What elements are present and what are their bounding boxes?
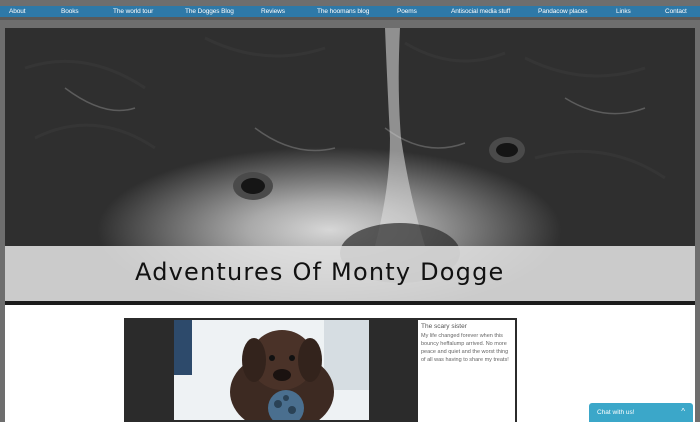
nav-contact[interactable]: Contact bbox=[665, 8, 687, 15]
page-frame: Adventures Of Monty Dogge The scary sist… bbox=[5, 28, 695, 422]
post-photo[interactable] bbox=[174, 320, 369, 420]
hero-divider bbox=[5, 301, 695, 305]
nav-antisocial-media[interactable]: Antisocial media stuff bbox=[451, 8, 510, 15]
nav-reviews[interactable]: Reviews bbox=[261, 8, 285, 15]
nav-poems[interactable]: Poems bbox=[397, 8, 417, 15]
post-summary: The scary sister My life changed forever… bbox=[418, 320, 515, 422]
nav-about[interactable]: About bbox=[9, 8, 26, 15]
chat-widget[interactable]: Chat with us! ^ bbox=[589, 403, 693, 422]
hero-image: Adventures Of Monty Dogge bbox=[5, 28, 695, 301]
puppy-photo bbox=[174, 320, 369, 420]
post-excerpt: My life changed forever when this bouncy… bbox=[421, 333, 509, 363]
blog-post-card[interactable]: The scary sister My life changed forever… bbox=[124, 318, 517, 422]
nav-world-tour[interactable]: The world tour bbox=[113, 8, 153, 15]
nav-shadow bbox=[0, 17, 700, 20]
nav-pandacow-places[interactable]: Pandacow places bbox=[538, 8, 588, 15]
site-title: Adventures Of Monty Dogge bbox=[135, 258, 505, 286]
post-title[interactable]: The scary sister bbox=[421, 323, 512, 330]
top-nav: About Books The world tour The Dogges Bl… bbox=[0, 6, 700, 17]
nav-links[interactable]: Links bbox=[616, 8, 631, 15]
nav-dogges-blog[interactable]: The Dogges Blog bbox=[185, 8, 234, 15]
nav-books[interactable]: Books bbox=[61, 8, 79, 15]
chat-label[interactable]: Chat with us! bbox=[597, 409, 635, 416]
nav-hoomans-blog[interactable]: The hoomans blog bbox=[317, 8, 369, 15]
chevron-up-icon[interactable]: ^ bbox=[681, 407, 685, 416]
